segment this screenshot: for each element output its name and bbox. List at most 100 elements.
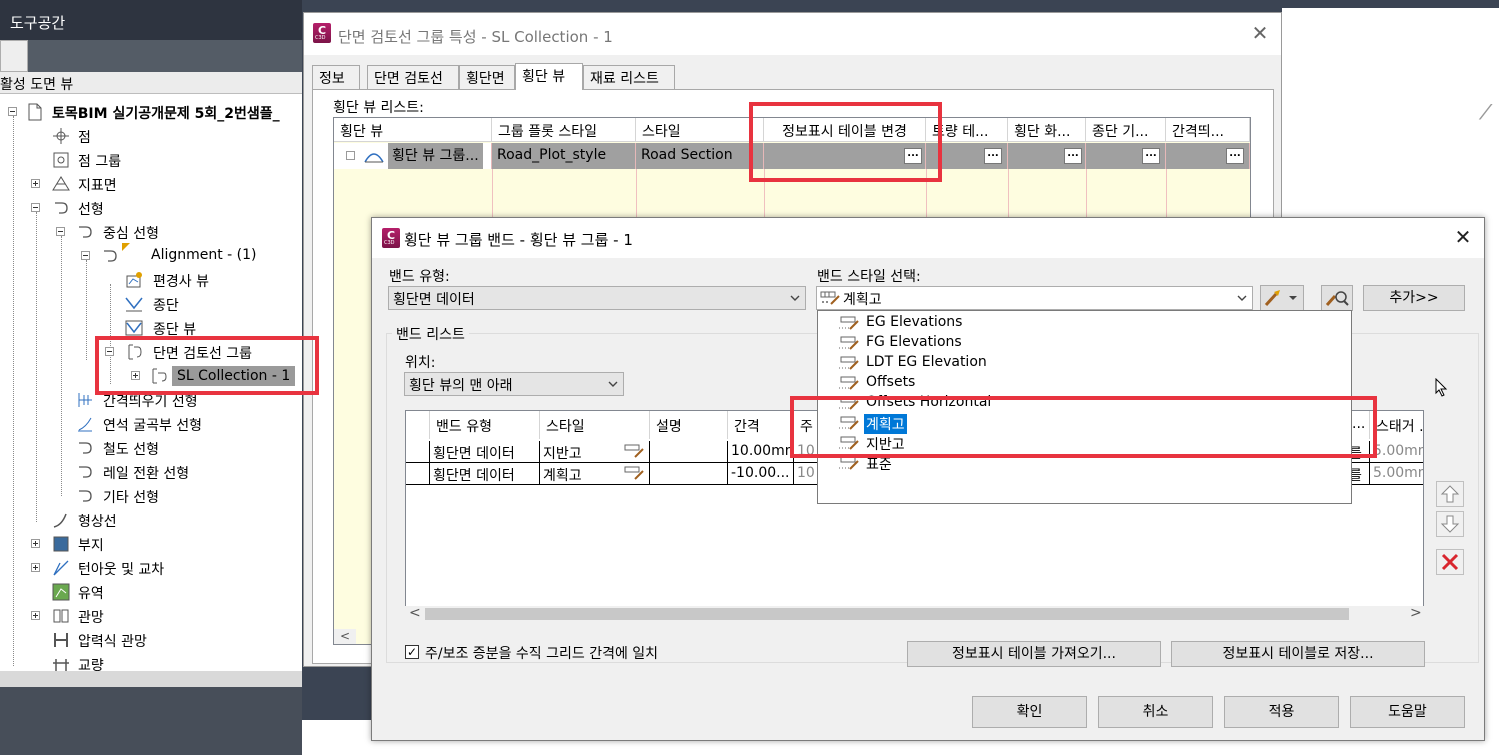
band-type-select[interactable]: 횡단면 데이터 xyxy=(388,286,806,310)
row-header[interactable] xyxy=(406,463,430,484)
add-band-button[interactable]: 추가>> xyxy=(1363,285,1465,311)
catchment-icon xyxy=(52,583,70,601)
tab-info[interactable]: 정보 xyxy=(312,65,360,89)
turnout-icon xyxy=(52,559,70,577)
column-header-style[interactable]: 스타일 xyxy=(540,411,650,439)
ok-button[interactable]: 확인 xyxy=(972,696,1087,728)
expand-toggle[interactable] xyxy=(31,611,40,620)
toolspace-title-bar[interactable]: 도구공간 xyxy=(0,0,302,40)
style-cell[interactable]: Road Section xyxy=(636,143,764,169)
collapse-toggle[interactable] xyxy=(8,107,17,116)
interval-cell[interactable]: 10.00mm xyxy=(728,441,794,462)
description-cell[interactable] xyxy=(650,441,728,462)
preview-style-button[interactable] xyxy=(1321,285,1353,311)
column-header-section-view[interactable]: 횡단 뷰 xyxy=(334,118,492,142)
column-header-style[interactable]: 스타일 xyxy=(636,118,764,142)
dialog-title: 횡단 뷰 그룹 밴드 - 횡단 뷰 그룹 - 1 xyxy=(404,231,633,249)
tree-item-label: 연석 굴곡부 선형 xyxy=(103,418,203,434)
toolspace-footer xyxy=(0,687,302,755)
column-header-offset[interactable]: 간격띄... xyxy=(1166,118,1250,142)
section-view-style-cell[interactable]: ... xyxy=(1008,143,1086,169)
column-header-description[interactable]: 설명 xyxy=(650,411,728,439)
chevron-down-icon xyxy=(607,375,619,393)
expand-toggle[interactable] xyxy=(346,151,355,160)
band-style-icon xyxy=(819,290,841,306)
band-type-cell[interactable]: 횡단면 데이터 xyxy=(430,441,540,462)
style-cell[interactable]: 지반고 xyxy=(540,441,650,462)
band-style-select[interactable]: 계획고 xyxy=(816,286,1253,310)
column-header-band-type[interactable]: 밴드 유형 xyxy=(430,411,540,439)
edit-style-dropdown-button[interactable] xyxy=(1260,285,1304,311)
move-down-button[interactable] xyxy=(1436,511,1464,537)
offset-cell[interactable]: ... xyxy=(1166,143,1250,169)
scroll-thumb[interactable] xyxy=(425,608,1349,620)
column-header-profile[interactable]: 종단 기... xyxy=(1086,118,1166,142)
section-view-style-ellipsis-button[interactable]: ... xyxy=(1064,148,1082,164)
plot-style-cell[interactable]: Road_Plot_style xyxy=(492,143,636,169)
curb-return-icon xyxy=(76,415,94,433)
section-view-icon xyxy=(364,146,384,164)
column-header-section-view-style[interactable]: 횡단 화... xyxy=(1008,118,1086,142)
dialog-title-bar[interactable]: C 단면 검토선 그룹 특성 - SL Collection - 1 ✕ xyxy=(304,13,1281,55)
expand-toggle[interactable] xyxy=(31,539,40,548)
band-list-horizontal-scrollbar[interactable]: < > xyxy=(405,605,1424,622)
profile-ellipsis-button[interactable]: ... xyxy=(1142,148,1160,164)
tree-item-label: 점 xyxy=(78,130,91,146)
save-band-set-button[interactable]: 정보표시 테이블로 저장... xyxy=(1171,641,1425,667)
band-type-cell[interactable]: 횡단면 데이터 xyxy=(430,463,540,484)
tree-item-label: 교량 xyxy=(78,658,104,671)
tab-sample-lines[interactable]: 단면 검토선 xyxy=(367,65,459,89)
highlight-box-sl-collection xyxy=(95,336,319,395)
description-cell[interactable] xyxy=(650,463,728,484)
stagger-cell[interactable]: 5.00mm xyxy=(1370,463,1423,484)
stagger-cell[interactable]: 5.00mm xyxy=(1370,441,1423,462)
column-header-stagger[interactable]: 스태거 ... xyxy=(1370,411,1423,439)
offset-alignment-icon xyxy=(76,391,94,409)
interval-cell[interactable]: -10.00... xyxy=(728,463,794,484)
collapse-toggle[interactable] xyxy=(81,251,90,260)
import-band-set-button[interactable]: 정보표시 테이블 가져오기... xyxy=(907,641,1161,667)
view-selector[interactable]: 활성 도면 뷰 xyxy=(0,72,302,94)
expand-toggle[interactable] xyxy=(31,563,40,572)
delete-icon[interactable] xyxy=(1436,549,1464,575)
tab-section-views[interactable]: 횡단 뷰 xyxy=(515,63,583,90)
toolspace-toolbar-button[interactable] xyxy=(0,40,28,72)
alignment-icon xyxy=(76,439,94,457)
style-cell[interactable]: 계획고 xyxy=(540,463,650,484)
option-label: Offsets xyxy=(866,374,916,390)
row-header[interactable] xyxy=(406,441,430,462)
scroll-left-arrow[interactable]: < xyxy=(409,605,421,621)
dialog-title-bar[interactable]: C 횡단 뷰 그룹 밴드 - 횡단 뷰 그룹 - 1 ✕ xyxy=(372,218,1484,258)
cancel-button[interactable]: 취소 xyxy=(1098,696,1213,728)
band-style-icon[interactable] xyxy=(623,443,645,459)
close-icon[interactable]: ✕ xyxy=(1452,226,1474,248)
column-header-group-plot-style[interactable]: 그룹 플롯 스타일 xyxy=(492,118,636,142)
band-type-value: 횡단면 데이터 xyxy=(393,292,475,308)
help-button[interactable]: 도움말 xyxy=(1350,696,1465,728)
collapse-toggle[interactable] xyxy=(31,203,40,212)
tab-material-list[interactable]: 재료 리스트 xyxy=(583,65,675,89)
toolspace-horizontal-scrollbar[interactable] xyxy=(0,671,302,687)
alignment-icon xyxy=(52,199,70,217)
position-select[interactable]: 횡단 뷰의 맨 아래 xyxy=(404,372,624,396)
column-header-interval[interactable]: 간격 xyxy=(728,411,794,439)
profile-cell[interactable]: ... xyxy=(1086,143,1166,169)
expand-toggle[interactable] xyxy=(31,179,40,188)
scroll-right-arrow[interactable]: > xyxy=(1410,605,1422,621)
row-name-cell[interactable]: 횡단 뷰 그룹... xyxy=(334,143,492,169)
move-up-button[interactable] xyxy=(1436,481,1464,507)
offset-ellipsis-button[interactable]: ... xyxy=(1226,148,1244,164)
alignment-icon xyxy=(76,487,94,505)
scroll-left-arrow[interactable]: < xyxy=(334,629,356,644)
match-grid-checkbox[interactable]: ✓ xyxy=(405,645,419,659)
style-value: 계획고 xyxy=(543,468,582,484)
chevron-down-icon xyxy=(1236,289,1248,307)
style-value: 지반고 xyxy=(543,446,582,462)
position-value: 횡단 뷰의 맨 아래 xyxy=(409,378,513,394)
band-style-icon[interactable] xyxy=(623,465,645,481)
volume-table-ellipsis-button[interactable]: ... xyxy=(984,148,1002,164)
collapse-toggle[interactable] xyxy=(56,227,65,236)
close-icon[interactable]: ✕ xyxy=(1250,23,1270,43)
tab-sections[interactable]: 횡단면 xyxy=(459,65,515,89)
apply-button[interactable]: 적용 xyxy=(1224,696,1339,728)
